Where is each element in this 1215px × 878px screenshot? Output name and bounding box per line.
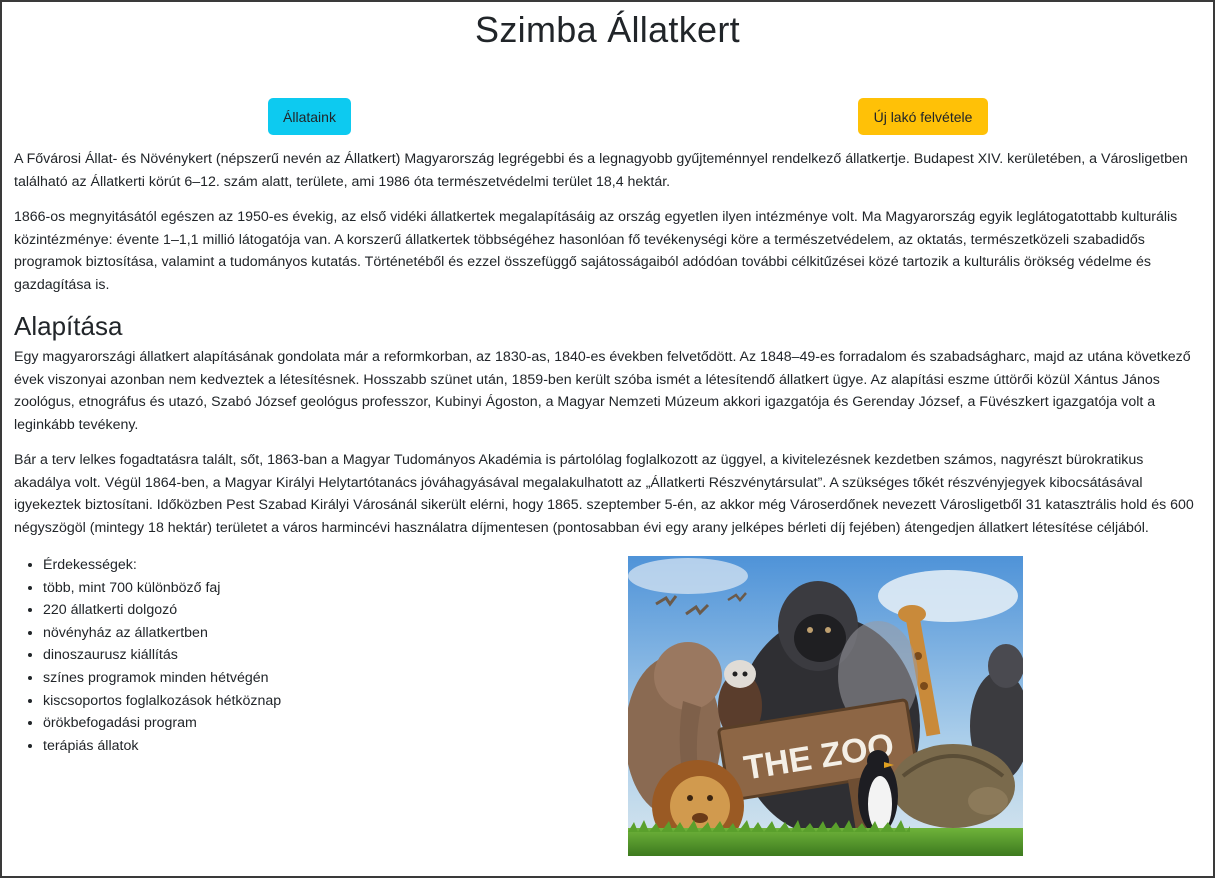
list-item: növényház az állatkertben (43, 622, 281, 645)
intro-paragraph-1: A Fővárosi Állat- és Növénykert (népszer… (14, 151, 1188, 190)
new-resident-button[interactable]: Új lakó felvétele (858, 98, 988, 135)
founding-paragraph-2: Bár a terv lelkes fogadtatásra talált, s… (14, 452, 1194, 536)
animals-button[interactable]: Állataink (268, 98, 351, 135)
founding-paragraph-1: Egy magyarországi állatkert alapításának… (14, 349, 1191, 433)
page-title: Szimba Állatkert (475, 9, 740, 50)
intro-paragraph-2: 1866-os megnyitásától egészen az 1950-es… (14, 209, 1178, 293)
features-section: Érdekességek: több, mint 700 különböző f… (14, 552, 1201, 862)
list-item: színes programok minden hétvégén (43, 667, 281, 690)
list-item: több, mint 700 különböző faj (43, 577, 281, 600)
list-item: dinoszaurusz kiállítás (43, 644, 281, 667)
main-content: A Fővárosi Állat- és Növénykert (népszer… (2, 148, 1213, 862)
zoo-animals-image: THE ZOO (628, 556, 1023, 856)
list-item: kiscsoportos foglalkozások hétköznap (43, 690, 281, 713)
list-item: terápiás állatok (43, 735, 281, 758)
list-item: Érdekességek: (43, 554, 281, 577)
list-item: 220 állatkerti dolgozó (43, 599, 281, 622)
features-list: Érdekességek: több, mint 700 különböző f… (14, 554, 281, 757)
list-item: örökbefogadási program (43, 712, 281, 735)
browser-viewport: Szimba Állatkert Állataink Új lakó felvé… (0, 0, 1215, 878)
button-row: Állataink Új lakó felvétele (2, 98, 1213, 138)
founding-heading: Alapítása (14, 311, 123, 341)
